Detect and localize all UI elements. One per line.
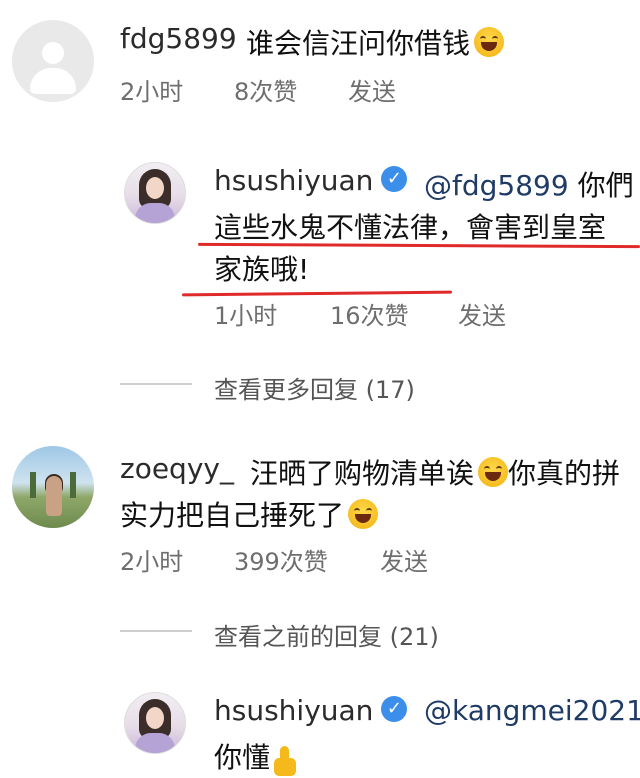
reply2-username[interactable]: hsushiyuan ✓ <box>214 694 408 727</box>
reply-text-line1: @fdg5899 你們 <box>424 164 634 204</box>
comment-meta: 2小时 8次赞 发送 <box>120 72 520 106</box>
sweat-smile-emoji-icon-2 <box>348 499 379 529</box>
sweat-smile-emoji-icon <box>478 457 509 487</box>
reply-meta: 1小时 16次赞 发送 <box>214 296 614 330</box>
comment-text: 谁会信汪问你借钱 <box>246 22 505 62</box>
comment-time: 2小时 <box>120 78 184 106</box>
reply-time: 1小时 <box>214 302 278 330</box>
hsushiyuan-avatar[interactable] <box>124 162 186 224</box>
reply-like-count[interactable]: 16次赞 <box>330 296 409 331</box>
default-avatar-icon[interactable] <box>12 20 94 102</box>
reply2-text-body: 你懂 <box>214 741 271 774</box>
reply-text-line3: 家族哦! <box>214 253 310 286</box>
reply-text-start: 你們 <box>577 169 634 202</box>
comment-text-body: 谁会信汪问你借钱 <box>246 27 471 60</box>
like-count[interactable]: 8次赞 <box>234 72 297 107</box>
reply-button[interactable]: 发送 <box>348 72 396 107</box>
reply2-mention: @kangmei2021 <box>424 694 640 727</box>
hsushiyuan-avatar-2[interactable] <box>124 692 186 754</box>
reply-reply-button[interactable]: 发送 <box>458 296 506 331</box>
comment-time-zoeqyy: 2小时 <box>120 548 184 576</box>
comment-text-zoeqyy-part3: 实力把自己捶死了 <box>120 499 345 532</box>
comment-text-zoeqyy-part1: 汪晒了购物清单诶 <box>250 457 475 490</box>
verified-badge-icon-2: ✓ <box>381 696 408 722</box>
replies-divider <box>120 383 192 385</box>
comment-meta-zoeqyy: 2小时 399次赞 发送 <box>120 542 520 576</box>
mention-link[interactable]: @fdg5899 <box>424 169 569 202</box>
reply-button-zoeqyy[interactable]: 发送 <box>380 542 428 577</box>
laughing-tears-emoji-icon <box>474 27 505 57</box>
comment-text-zoeqyy-line1: 汪晒了购物清单诶 你真的拼 <box>250 452 620 492</box>
verified-badge-icon: ✓ <box>381 166 408 192</box>
comment-username[interactable]: fdg5899 <box>120 22 237 55</box>
reply-username[interactable]: hsushiyuan ✓ <box>214 164 408 197</box>
comment-text-zoeqyy-line2: 实力把自己捶死了 <box>120 494 379 534</box>
thumbs-up-emoji-icon <box>270 746 300 776</box>
reply-hsushiyuan-1: hsushiyuan ✓ @fdg5899 你們 這些水鬼不懂法律，會害到皇室 家… <box>0 150 640 340</box>
view-more-replies-button[interactable]: 查看更多回复 (17) <box>214 370 415 405</box>
like-count-zoeqyy[interactable]: 399次赞 <box>234 542 328 577</box>
reply2-username-text[interactable]: hsushiyuan <box>214 694 373 727</box>
comment-fdg5899: fdg5899 谁会信汪问你借钱 2小时 8次赞 发送 <box>0 0 640 120</box>
previous-replies-divider <box>120 630 192 632</box>
zoeqyy-avatar[interactable] <box>12 446 94 528</box>
reply-text-line2: 這些水鬼不懂法律，會害到皇室 <box>214 211 607 244</box>
mention-link-2[interactable]: @kangmei2021 <box>424 694 640 727</box>
comment-username-zoeqyy[interactable]: zoeqyy_ <box>120 452 234 485</box>
comment-text-zoeqyy-part2: 你真的拼 <box>508 457 621 490</box>
reply2-text: 你懂 <box>214 736 300 776</box>
view-previous-replies-button[interactable]: 查看之前的回复 (21) <box>214 617 439 652</box>
reply-username-text[interactable]: hsushiyuan <box>214 164 373 197</box>
